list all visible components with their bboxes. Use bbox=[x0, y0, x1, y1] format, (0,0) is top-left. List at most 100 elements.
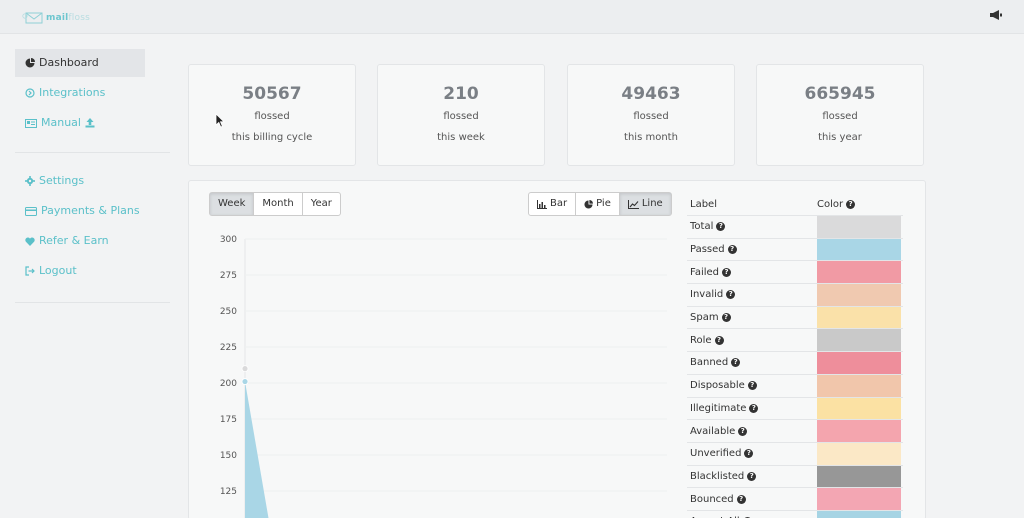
help-icon[interactable]: ? bbox=[714, 335, 724, 345]
legend-label: Total? bbox=[687, 216, 817, 238]
stat-value: 50567 bbox=[242, 84, 302, 104]
legend-label-text: Spam bbox=[690, 312, 719, 324]
help-icon[interactable]: ? bbox=[738, 426, 748, 436]
help-icon[interactable]: ? bbox=[716, 222, 726, 232]
color-swatch[interactable] bbox=[817, 488, 901, 510]
series-area-passed bbox=[245, 381, 269, 518]
sidebar-item-label: Payments & Plans bbox=[41, 204, 140, 217]
logout-icon bbox=[25, 266, 35, 276]
sidebar-item-manual[interactable]: Manual bbox=[15, 109, 170, 137]
help-icon[interactable]: ? bbox=[726, 290, 736, 300]
color-swatch[interactable] bbox=[817, 420, 901, 442]
y-tick-label: 125 bbox=[220, 487, 237, 497]
legend-label: Unverified? bbox=[687, 443, 817, 465]
envelope-logo-icon bbox=[22, 12, 43, 24]
legend-row: Accept All? bbox=[687, 509, 903, 518]
stat-card-year: 665945 flossed this year bbox=[756, 64, 924, 166]
color-swatch[interactable] bbox=[817, 329, 901, 352]
legend-label-text: Available bbox=[690, 425, 736, 437]
legend-row: Passed? bbox=[687, 237, 903, 261]
y-tick-label: 275 bbox=[220, 271, 237, 281]
chart-panel: Week Month Year Bar Pie Line 300 275 250 22… bbox=[188, 180, 926, 518]
color-swatch[interactable] bbox=[817, 442, 901, 465]
stat-period: this month bbox=[624, 132, 678, 143]
help-icon[interactable]: ? bbox=[744, 449, 754, 459]
legend-label-text: Invalid bbox=[690, 289, 724, 301]
legend-label: Available? bbox=[687, 420, 817, 442]
heart-icon bbox=[25, 237, 35, 246]
legend-label: Failed? bbox=[687, 261, 817, 283]
gear-icon bbox=[25, 176, 35, 186]
sidebar-item-dashboard[interactable]: Dashboard bbox=[15, 49, 145, 77]
app-logo[interactable]: mailfloss bbox=[22, 12, 90, 24]
legend-label-text: Total bbox=[690, 221, 714, 233]
announcements-icon[interactable] bbox=[989, 9, 1003, 24]
line-chart: 300 275 250 225 200 175 150 125 bbox=[220, 235, 667, 518]
stat-value: 49463 bbox=[621, 84, 681, 104]
sidebar-item-payments[interactable]: Payments & Plans bbox=[15, 197, 170, 225]
legend-table: Label Color? Total? Passed? Failed? Invalid… bbox=[687, 193, 903, 518]
sidebar-item-label: Refer & Earn bbox=[39, 234, 109, 247]
color-swatch[interactable] bbox=[817, 216, 901, 238]
legend-row: Banned? bbox=[687, 351, 903, 374]
sidebar-item-integrations[interactable]: Integrations bbox=[15, 79, 170, 107]
credit-card-icon bbox=[25, 206, 37, 216]
stat-period: this week bbox=[437, 132, 485, 143]
stat-value: 665945 bbox=[804, 84, 876, 104]
help-icon[interactable]: ? bbox=[749, 403, 759, 413]
legend-label: Disposable? bbox=[687, 375, 817, 397]
legend-row: Available? bbox=[687, 419, 903, 442]
pie-chart-icon bbox=[25, 58, 35, 68]
sidebar-item-label: Logout bbox=[39, 264, 77, 277]
legend-label-text: Passed bbox=[690, 244, 725, 256]
color-swatch[interactable] bbox=[817, 374, 901, 397]
legend-label: Role? bbox=[687, 329, 817, 351]
circle-arrow-icon bbox=[25, 88, 35, 98]
help-icon[interactable]: ? bbox=[846, 199, 856, 209]
help-icon[interactable]: ? bbox=[721, 313, 731, 323]
help-icon[interactable]: ? bbox=[727, 245, 737, 255]
sidebar-secondary-group: Settings Payments & Plans Refer & Earn L… bbox=[15, 167, 170, 287]
legend-row: Spam? bbox=[687, 305, 903, 329]
label-column-header: Label bbox=[690, 198, 717, 210]
color-swatch[interactable] bbox=[817, 510, 901, 518]
help-icon[interactable]: ? bbox=[747, 381, 757, 391]
color-swatch[interactable] bbox=[817, 306, 901, 329]
stat-card-month: 49463 flossed this month bbox=[567, 64, 735, 166]
legend-label-text: Illegitimate bbox=[690, 402, 747, 414]
help-icon[interactable]: ? bbox=[722, 267, 732, 277]
sidebar-item-logout[interactable]: Logout bbox=[15, 257, 170, 285]
legend-label-text: Failed bbox=[690, 266, 720, 278]
legend-row: Blacklisted? bbox=[687, 464, 903, 488]
stat-period: this billing cycle bbox=[231, 132, 313, 143]
y-tick-label: 150 bbox=[220, 451, 237, 461]
y-tick-label: 175 bbox=[220, 415, 237, 425]
legend-row: Illegitimate? bbox=[687, 396, 903, 420]
data-point-total[interactable] bbox=[241, 365, 249, 373]
sidebar-item-settings[interactable]: Settings bbox=[15, 167, 170, 195]
sidebar-item-refer[interactable]: Refer & Earn bbox=[15, 227, 170, 255]
help-icon[interactable]: ? bbox=[747, 471, 757, 481]
legend-label: Illegitimate? bbox=[687, 398, 817, 420]
legend-label: Invalid? bbox=[687, 284, 817, 306]
color-swatch[interactable] bbox=[817, 261, 901, 284]
color-swatch[interactable] bbox=[817, 465, 901, 488]
stat-card-billing-cycle: 50567 flossed this billing cycle bbox=[188, 64, 356, 166]
help-icon[interactable]: ? bbox=[731, 358, 741, 368]
stat-label: flossed bbox=[822, 111, 858, 122]
legend-row: Disposable? bbox=[687, 373, 903, 397]
legend-label: Blacklisted? bbox=[687, 466, 817, 488]
color-swatch[interactable] bbox=[817, 238, 901, 261]
legend-row: Unverified? bbox=[687, 441, 903, 465]
logo-text: mailfloss bbox=[46, 13, 90, 23]
upload-icon bbox=[85, 118, 95, 128]
data-point-passed[interactable] bbox=[241, 378, 249, 385]
color-swatch[interactable] bbox=[817, 397, 901, 420]
id-card-icon bbox=[25, 118, 37, 128]
help-icon[interactable]: ? bbox=[736, 494, 746, 504]
stat-label: flossed bbox=[443, 111, 479, 122]
color-swatch[interactable] bbox=[817, 284, 901, 306]
color-swatch[interactable] bbox=[817, 352, 901, 374]
legend-label: Accept All? bbox=[687, 511, 817, 518]
y-tick-label: 225 bbox=[220, 343, 237, 353]
